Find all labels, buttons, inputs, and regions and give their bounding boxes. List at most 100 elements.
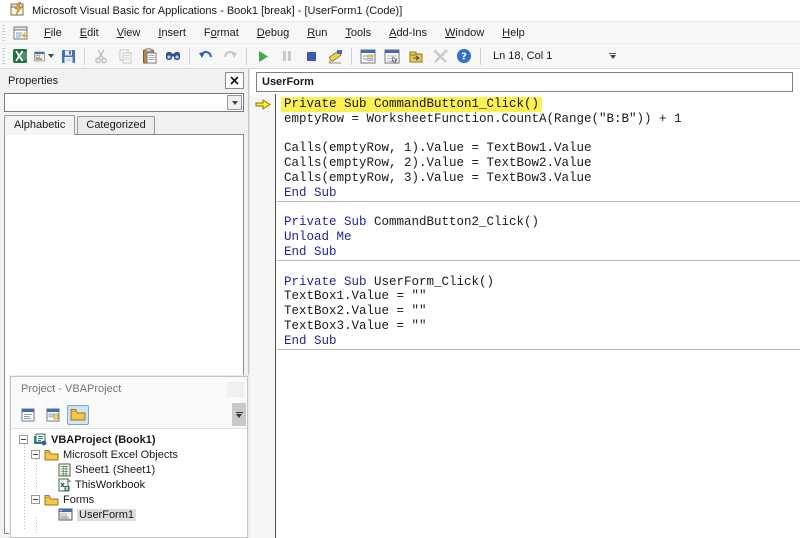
reset-icon[interactable]: [300, 46, 322, 67]
project-title: Project - VBAProject: [21, 383, 121, 395]
paste-icon[interactable]: [138, 46, 160, 67]
view-code-icon[interactable]: [17, 405, 39, 425]
toolbar-overflow-button[interactable]: [606, 46, 619, 67]
code-lines: Private Sub CommandButton1_Click()emptyR…: [277, 97, 800, 363]
code-line: Calls(emptyRow, 2).Value = TextBow2.Valu…: [277, 156, 800, 171]
toolbox-icon: [429, 46, 451, 67]
view-object-icon[interactable]: [42, 405, 64, 425]
project-tree: VBAProject (Book1) Microsoft Excel Object…: [11, 428, 247, 537]
code-line: End Sub: [277, 334, 800, 349]
toggle-folders-icon[interactable]: [67, 405, 89, 425]
code-line: TextBox3.Value = "": [277, 319, 800, 334]
title-bar: Microsoft Visual Basic for Applications …: [0, 0, 800, 22]
execution-point-arrow-icon: [255, 99, 271, 113]
project-icon: [32, 433, 47, 446]
menu-addins[interactable]: Add-Ins: [380, 24, 436, 42]
project-toolbar-overflow-button[interactable]: [232, 403, 246, 426]
code-line: TextBox1.Value = "": [277, 289, 800, 304]
code-editor[interactable]: Private Sub CommandButton1_Click()emptyR…: [250, 94, 800, 538]
code-line: Unload Me: [277, 230, 800, 245]
properties-tabs: Alphabetic Categorized: [0, 115, 248, 134]
properties-window-icon[interactable]: [381, 46, 403, 67]
collapse-expander[interactable]: [19, 435, 28, 444]
insert-userform-icon[interactable]: [33, 46, 55, 67]
design-mode-icon[interactable]: [324, 46, 346, 67]
tree-item-label: Forms: [63, 494, 94, 506]
menu-insert[interactable]: Insert: [149, 24, 195, 42]
execution-point-highlight: Private Sub CommandButton1_Click(): [281, 97, 542, 112]
break-icon: [276, 46, 298, 67]
properties-close-button[interactable]: [225, 72, 244, 89]
run-icon[interactable]: [252, 46, 274, 67]
project-panel: Project - VBAProject VBAProject (Book1) M…: [10, 376, 248, 538]
help-icon[interactable]: ?: [453, 46, 475, 67]
svg-text:?: ?: [461, 52, 467, 63]
project-explorer-icon[interactable]: [357, 46, 379, 67]
toolbar-separator: [84, 48, 85, 65]
tree-item-label: Microsoft Excel Objects: [63, 449, 178, 461]
toolbar-separator: [189, 48, 190, 65]
toolbar-separator: [480, 48, 481, 65]
code-line: Private Sub CommandButton1_Click(): [277, 97, 800, 112]
code-line: [277, 349, 800, 364]
toolbar-separator: [351, 48, 352, 65]
tree-item-microsoft-excel-objects[interactable]: Microsoft Excel Objects: [13, 447, 247, 462]
excel-app-icon[interactable]: [9, 46, 31, 67]
project-header[interactable]: Project - VBAProject: [11, 377, 247, 401]
menu-format[interactable]: Format: [195, 24, 248, 42]
line-col-indicator: Ln 18, Col 1: [493, 50, 552, 62]
workbook-icon: [58, 478, 71, 492]
copy-icon: [114, 46, 136, 67]
tree-item-label: ThisWorkbook: [75, 479, 145, 491]
undo-icon[interactable]: [195, 46, 217, 67]
tree-item-userform1[interactable]: UserForm1: [13, 507, 247, 522]
code-object-dropdown[interactable]: UserForm: [256, 72, 793, 92]
properties-object-dropdown[interactable]: [4, 93, 244, 112]
menu-window[interactable]: Window: [436, 24, 493, 42]
code-line: [277, 127, 800, 142]
menu-help[interactable]: Help: [493, 24, 534, 42]
tree-item-sheet1-sheet1[interactable]: Sheet1 (Sheet1): [13, 462, 247, 477]
standard-toolbar: ? Ln 18, Col 1: [0, 44, 800, 69]
tree-item-forms[interactable]: Forms: [13, 492, 247, 507]
collapse-expander[interactable]: [31, 495, 40, 504]
tab-categorized[interactable]: Categorized: [77, 116, 154, 134]
folder-icon: [44, 494, 59, 506]
collapse-expander[interactable]: [31, 450, 40, 459]
code-line: End Sub: [277, 245, 800, 260]
menu-run[interactable]: Run: [298, 24, 336, 42]
code-line: Calls(emptyRow, 3).Value = TextBow3.Valu…: [277, 171, 800, 186]
menu-debug[interactable]: Debug: [248, 24, 298, 42]
object-browser-icon[interactable]: [405, 46, 427, 67]
toolbar-grip: [2, 48, 5, 64]
vba-editor-window: Microsoft Visual Basic for Applications …: [0, 0, 800, 538]
tab-alphabetic[interactable]: Alphabetic: [4, 115, 75, 135]
menu-view[interactable]: View: [108, 24, 150, 42]
chevron-down-icon[interactable]: [227, 95, 242, 110]
save-icon[interactable]: [57, 46, 79, 67]
project-toolbar: [11, 401, 247, 428]
tree-item-thisworkbook[interactable]: ThisWorkbook: [13, 477, 247, 492]
project-close-button[interactable]: [227, 382, 244, 397]
code-object-value: UserForm: [262, 76, 314, 88]
folder-icon: [44, 449, 59, 461]
code-line: End Sub: [277, 186, 800, 201]
tree-item-vbaproject-book1[interactable]: VBAProject (Book1): [13, 432, 247, 447]
code-line: Private Sub UserForm_Click(): [277, 275, 800, 290]
margin-indicator-bar: [250, 94, 276, 538]
menu-file[interactable]: File: [35, 24, 71, 42]
window-title: Microsoft Visual Basic for Applications …: [32, 5, 402, 17]
tree-item-label: UserForm1: [77, 509, 136, 521]
properties-header: Properties: [0, 69, 248, 92]
menu-items: FileEditViewInsertFormatDebugRunToolsAdd…: [35, 27, 534, 39]
child-window-icon[interactable]: [13, 26, 29, 40]
menu-edit[interactable]: Edit: [71, 24, 108, 42]
find-icon[interactable]: [162, 46, 184, 67]
code-line: emptyRow = WorksheetFunction.CountA(Rang…: [277, 112, 800, 127]
code-line: [277, 201, 800, 216]
menu-tools[interactable]: Tools: [336, 24, 380, 42]
form-icon: [58, 508, 73, 521]
code-window: UserForm Private Sub CommandButton1_Clic…: [250, 69, 800, 538]
toolbar-items: ? Ln 18, Col 1: [8, 46, 619, 67]
code-line: TextBox2.Value = "": [277, 304, 800, 319]
